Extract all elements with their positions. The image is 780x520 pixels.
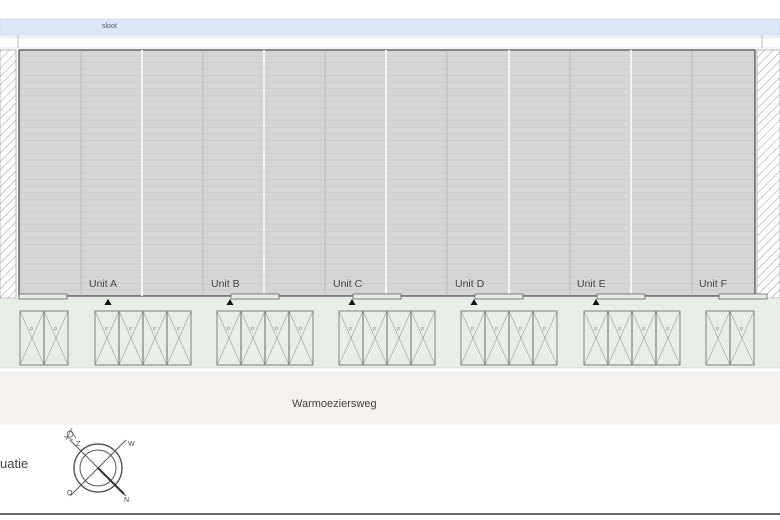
loading-dock	[230, 293, 280, 300]
unit-label: Unit C	[333, 278, 363, 290]
right-boundary-hatch	[756, 49, 780, 299]
unit-label: Unit D	[455, 278, 485, 290]
loading-dock	[596, 293, 646, 300]
compass-letter-n: N	[124, 497, 129, 504]
compass-letter-w: W	[128, 441, 135, 448]
loading-dock	[474, 293, 524, 300]
compass-letter-o: O	[67, 490, 73, 497]
loading-dock	[352, 293, 402, 300]
loading-dock	[718, 293, 768, 300]
parking-apron	[0, 298, 780, 368]
unit-label: Unit A	[89, 278, 117, 290]
unit-label: Unit B	[211, 278, 240, 290]
left-boundary-hatch	[0, 49, 17, 299]
road-label: Warmoeziersweg	[292, 398, 377, 410]
water-label: sloot	[102, 23, 117, 30]
unit-label: Unit E	[577, 278, 606, 290]
water-strip	[0, 18, 780, 36]
compass-rose-icon	[63, 427, 127, 497]
road	[0, 372, 780, 424]
compass-letter-z: Z	[76, 441, 81, 448]
side-text: uatie	[0, 456, 29, 471]
loading-dock	[18, 293, 68, 300]
unit-label: Unit F	[699, 278, 727, 290]
site-plan-drawing: PPPPPPPPPPPPPPPPPPPPPPPP N O Z W Unit AU…	[0, 18, 780, 515]
